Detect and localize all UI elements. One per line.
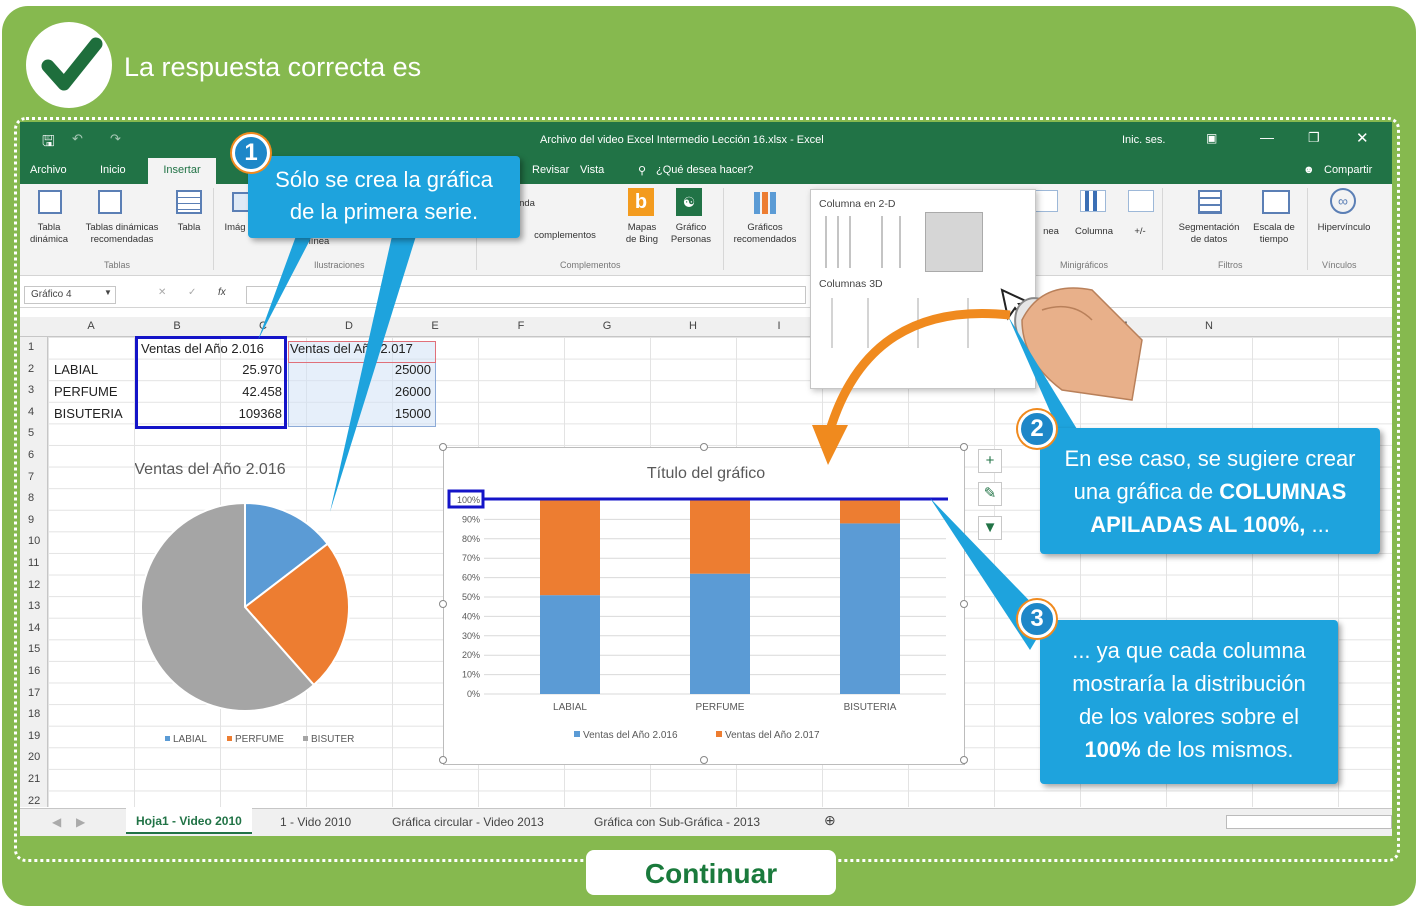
callout-3-text-a: ... ya que cada columna mostraría la dis…: [1072, 638, 1306, 729]
callout-3-text-b: 100%: [1084, 737, 1141, 762]
callout-3-text-c: de los mismos.: [1140, 737, 1294, 762]
callout-1-text: Sólo se crea la gráfica de la primera se…: [275, 167, 493, 224]
callout-2: En ese caso, se sugiere crear una gráfic…: [1040, 428, 1380, 554]
callout-1-badge: 1: [232, 134, 270, 172]
callout-3-badge: 3: [1018, 600, 1056, 638]
callout-2-badge: 2: [1018, 410, 1056, 448]
callout-3: ... ya que cada columna mostraría la dis…: [1040, 620, 1338, 784]
callout-1: Sólo se crea la gráfica de la primera se…: [248, 156, 520, 238]
callout-2-text-c: ...: [1305, 512, 1330, 537]
continue-button[interactable]: Continuar: [586, 850, 836, 895]
